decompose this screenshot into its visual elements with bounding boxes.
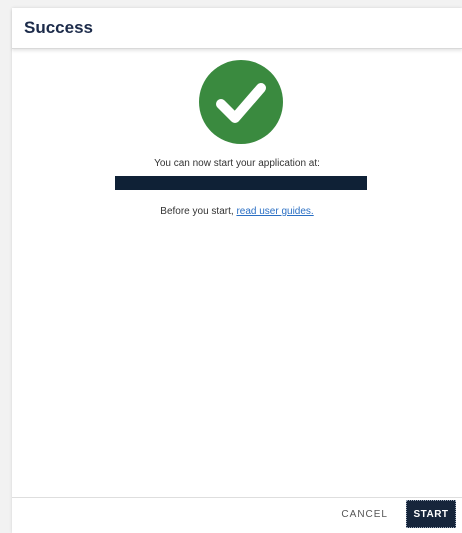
dialog-title: Success <box>24 18 93 37</box>
success-dialog: Success You can now start your applicati… <box>12 8 462 533</box>
user-guides-line: Before you start, read user guides. <box>12 206 462 217</box>
dialog-footer: CANCEL START <box>12 497 462 533</box>
success-message: You can now start your application at: <box>154 158 320 169</box>
cancel-button[interactable]: CANCEL <box>341 509 388 520</box>
redacted-application-url <box>115 176 367 190</box>
user-guides-prefix: Before you start, <box>160 206 237 217</box>
start-button[interactable]: START <box>406 500 456 528</box>
dialog-header: Success <box>12 8 462 49</box>
checkmark-icon <box>216 83 266 123</box>
checkmark-circle-icon <box>199 60 283 144</box>
read-user-guides-link[interactable]: read user guides. <box>236 206 313 217</box>
